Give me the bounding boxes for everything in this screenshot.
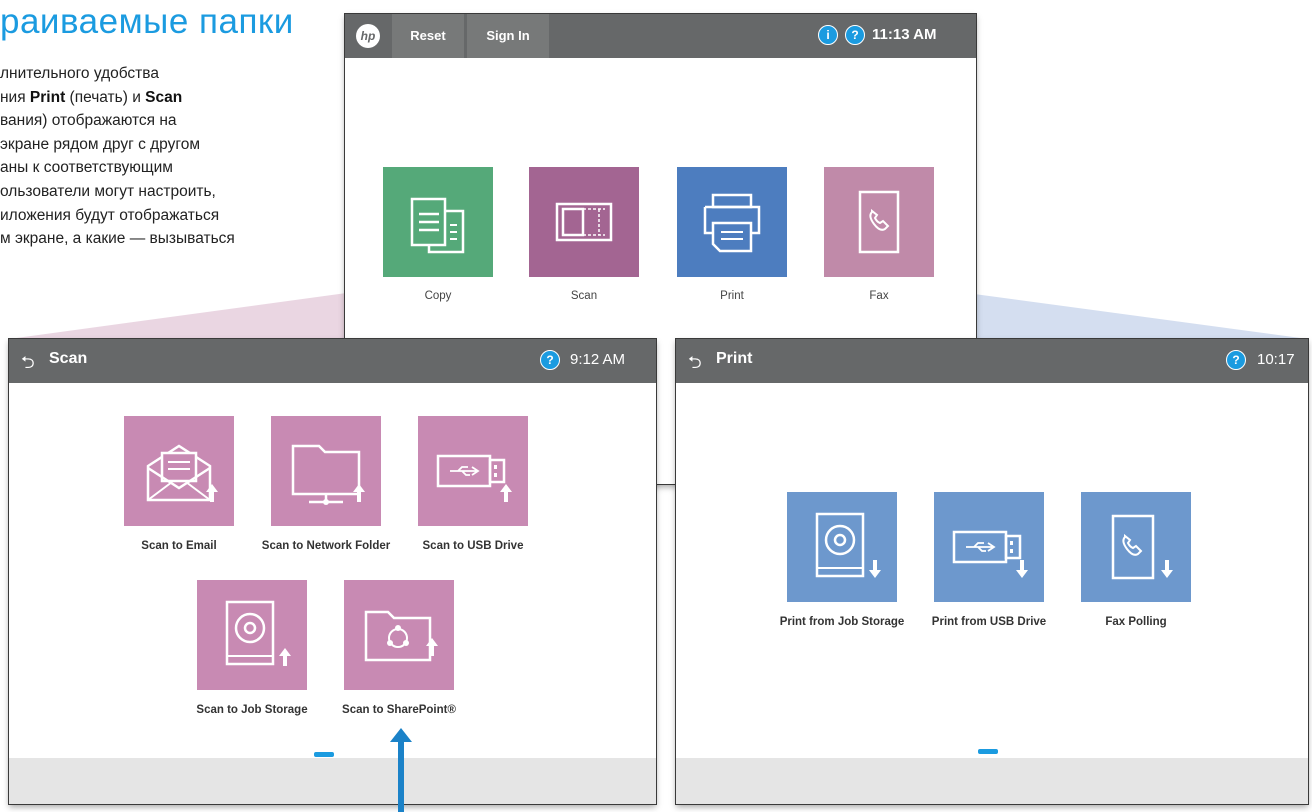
- intro-line: экране рядом друг с другом: [0, 135, 200, 153]
- fax-polling-label: Fax Polling: [1105, 616, 1167, 628]
- help-icon[interactable]: ?: [1226, 350, 1246, 370]
- scan-to-job-storage-tile[interactable]: [197, 580, 307, 690]
- print-top-bar: ⮌ Print ? 10:17: [676, 339, 1308, 383]
- print-clock: 10:17: [1257, 351, 1295, 368]
- intro-line: лнительного удобства: [0, 65, 159, 82]
- page-indicator[interactable]: [314, 752, 334, 757]
- scan-screen: ⮌ Scan ? 9:12 AM Scan to Email Scan to N…: [9, 339, 656, 804]
- scan-to-network-folder-label: Scan to Network Folder: [261, 540, 391, 552]
- fax-polling-tile[interactable]: [1081, 492, 1191, 602]
- job-storage-icon: [225, 600, 291, 666]
- scan-footer: [9, 758, 656, 804]
- fax-polling-icon: [1111, 514, 1173, 580]
- print-label: Print: [720, 290, 744, 302]
- help-icon[interactable]: ?: [845, 25, 865, 45]
- copy-label: Copy: [424, 290, 452, 302]
- print-title: Print: [716, 350, 753, 367]
- scan-tile[interactable]: [529, 167, 639, 277]
- scan-to-usb-drive-tile[interactable]: [418, 416, 528, 526]
- scan-icon: [555, 202, 613, 242]
- print-from-job-storage-tile[interactable]: [787, 492, 897, 602]
- scan-to-usb-drive-label: Scan to USB Drive: [422, 540, 524, 552]
- scan-title: Scan: [49, 350, 88, 367]
- info-icon[interactable]: i: [818, 25, 838, 45]
- back-icon[interactable]: ⮌: [21, 350, 35, 379]
- print-from-usb-drive-tile[interactable]: [934, 492, 1044, 602]
- scan-to-network-folder-tile[interactable]: [271, 416, 381, 526]
- intro-line: ользователи могут настроить,: [0, 182, 216, 200]
- network-folder-icon: [291, 444, 365, 505]
- page-indicator[interactable]: [978, 749, 998, 754]
- scan-to-sharepoint-label: Scan to SharePoint®: [342, 704, 456, 716]
- usb-drive-icon: [952, 530, 1028, 578]
- scan-top-bar: ⮌ Scan ? 9:12 AM: [9, 339, 656, 383]
- intro-line: вания) отображаются на: [0, 112, 177, 130]
- email-icon: [146, 444, 218, 502]
- print-icon: [703, 193, 761, 253]
- intro-line: иложения будут отображаться: [0, 206, 220, 224]
- intro-line: м экране, а какие — вызываться: [0, 230, 235, 248]
- fax-tile[interactable]: [824, 167, 934, 277]
- reset-button[interactable]: Reset: [392, 14, 464, 58]
- print-from-usb-drive-label: Print from USB Drive: [931, 616, 1047, 628]
- usb-drive-icon: [436, 454, 512, 502]
- print-from-job-storage-label: Print from Job Storage: [779, 616, 905, 628]
- fax-label: Fax: [869, 290, 889, 302]
- copy-icon: [410, 197, 465, 254]
- hp-logo: hp: [356, 24, 380, 48]
- intro-line: аны к соответствующим: [0, 159, 173, 177]
- scan-label: Scan: [570, 290, 598, 302]
- job-storage-icon: [815, 512, 881, 578]
- scan-to-sharepoint-tile[interactable]: [344, 580, 454, 690]
- back-icon[interactable]: ⮌: [688, 350, 702, 379]
- intro-text-fragment: ния: [0, 88, 30, 106]
- intro-paragraph: лнительного удобства ния Print (печать) …: [0, 62, 305, 251]
- fax-icon: [858, 190, 900, 254]
- section-title: раиваемые папки: [0, 2, 294, 41]
- pointer-arrow-icon: [390, 728, 412, 812]
- scan-to-email-tile[interactable]: [124, 416, 234, 526]
- sign-in-button[interactable]: Sign In: [467, 14, 549, 58]
- help-icon[interactable]: ?: [540, 350, 560, 370]
- sharepoint-icon: [364, 610, 438, 662]
- copy-tile[interactable]: [383, 167, 493, 277]
- print-footer: [676, 758, 1308, 804]
- print-screen: ⮌ Print ? 10:17 Print from Job Storage P…: [676, 339, 1308, 804]
- intro-bold-scan: Scan: [145, 88, 183, 106]
- scan-clock: 9:12 AM: [570, 351, 626, 368]
- intro-text-fragment: (печать) и: [65, 88, 146, 106]
- home-clock: 11:13 AM: [872, 26, 937, 43]
- print-tile[interactable]: [677, 167, 787, 277]
- home-top-bar: hp Reset Sign In i ? 11:13 AM: [345, 14, 976, 58]
- scan-to-email-label: Scan to Email: [141, 540, 217, 552]
- intro-line: ния Print (печать) и Scan: [0, 86, 305, 110]
- scan-to-job-storage-label: Scan to Job Storage: [196, 704, 308, 716]
- intro-bold-print: Print: [29, 88, 66, 106]
